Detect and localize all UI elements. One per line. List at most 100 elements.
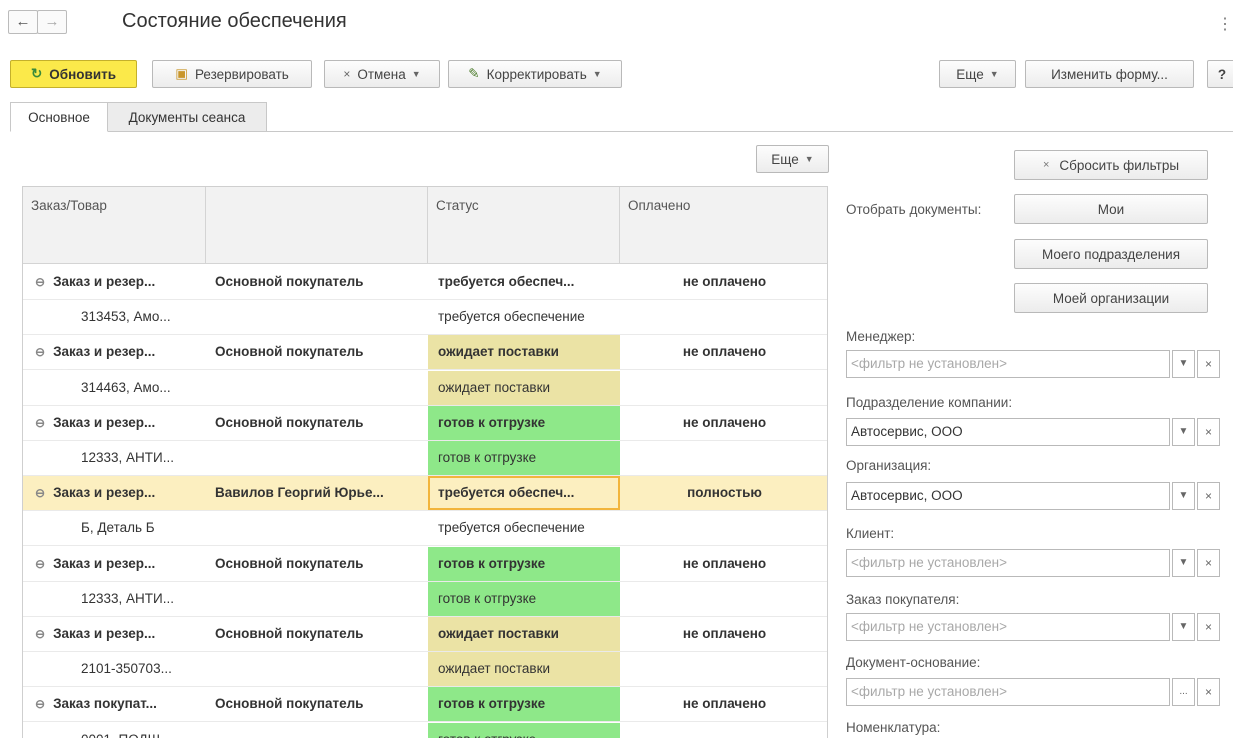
cell-order-text: Заказ и резер... — [53, 485, 156, 501]
page-title: Состояние обеспечения — [122, 10, 347, 32]
reset-filters-button[interactable]: × Сбросить фильтры — [1014, 150, 1208, 180]
tab-session-documents[interactable]: Документы сеанса — [107, 102, 267, 132]
basis-document-clear-button[interactable]: × — [1197, 678, 1220, 706]
forward-button[interactable]: → — [37, 10, 67, 34]
cell-order-text: Заказ покупат... — [53, 696, 157, 712]
cell-status: требуется обеспеч... — [438, 274, 575, 289]
collapse-icon[interactable]: ⊖ — [35, 697, 45, 711]
tab-divider — [10, 131, 1233, 132]
cell-order-text: 12333, АНТИ... — [81, 590, 174, 606]
cell-client: Основной покупатель — [215, 626, 364, 641]
column-header-order[interactable]: Заказ/Товар — [23, 187, 206, 264]
table-row-group[interactable]: ⊖ Заказ и резер... Основной покупатель треб… — [23, 265, 827, 300]
collapse-icon[interactable]: ⊖ — [35, 486, 45, 500]
client-dropdown-button[interactable]: ▼ — [1172, 549, 1195, 577]
cell-client — [215, 441, 425, 475]
reserve-label: Резервировать — [194, 66, 289, 82]
table-row-group[interactable]: ⊖ Заказ и резер... Основной покупатель гото… — [23, 405, 827, 441]
table-row-item[interactable]: 12333, АНТИ... готов к отгрузке — [23, 581, 827, 617]
table-row-group[interactable]: ⊖ Заказ и резер... Основной покупатель гото… — [23, 546, 827, 582]
basis-document-field[interactable]: <фильтр не установлен> — [846, 678, 1170, 706]
close-icon: × — [1204, 620, 1212, 634]
reserve-button[interactable]: ▣ Резервировать — [152, 60, 312, 88]
cell-order: 313453, Амо... — [81, 300, 205, 334]
back-button[interactable]: ← — [8, 10, 38, 34]
cell-order-text: Заказ и резер... — [53, 274, 156, 289]
collapse-icon[interactable]: ⊖ — [35, 627, 45, 641]
cell-order: 12333, АНТИ... — [81, 582, 205, 616]
department-clear-button[interactable]: × — [1197, 418, 1220, 446]
tab-main-label: Основное — [28, 109, 90, 125]
table-row-group[interactable]: ⊖ Заказ и резер... Основной покупатель ожид… — [23, 617, 827, 652]
organization-field[interactable]: Автосервис, ООО — [846, 482, 1170, 510]
organization-dropdown-button[interactable]: ▼ — [1172, 482, 1195, 510]
close-icon: × — [1204, 685, 1212, 699]
cell-client — [215, 723, 425, 738]
cell-client: Основной покупатель — [215, 274, 364, 289]
tab-session-documents-label: Документы сеанса — [128, 109, 246, 125]
table-row-item[interactable]: Б, Деталь Б требуется обеспечение — [23, 511, 827, 547]
filter-my-department-button[interactable]: Моего подразделения — [1014, 239, 1208, 269]
client-field[interactable]: <фильтр не установлен> — [846, 549, 1170, 577]
filter-my-organization-button[interactable]: Моей организации — [1014, 283, 1208, 313]
client-clear-button[interactable]: × — [1197, 549, 1220, 577]
cell-paid — [620, 300, 827, 334]
cell-order-text: Б, Деталь Б — [81, 520, 155, 536]
chevron-down-icon: ▼ — [1178, 358, 1189, 369]
cell-paid: не оплачено — [682, 555, 767, 571]
column-header-paid[interactable]: Оплачено — [620, 187, 827, 264]
cell-status: ожидает поставки — [428, 370, 620, 405]
cell-paid — [620, 371, 827, 405]
filter-mine-button[interactable]: Мои — [1014, 194, 1208, 224]
customer-order-field[interactable]: <фильтр не установлен> — [846, 613, 1170, 641]
refresh-button[interactable]: ↻ Обновить — [10, 60, 137, 88]
organization-clear-button[interactable]: × — [1197, 482, 1220, 510]
manager-label: Менеджер: — [846, 329, 916, 344]
filter-my-organization-label: Моей организации — [1052, 290, 1170, 306]
cell-order: ⊖ Заказ и резер... — [35, 617, 205, 651]
collapse-icon[interactable]: ⊖ — [35, 345, 45, 359]
grid-more-button[interactable]: Еще ▼ — [756, 145, 829, 173]
change-form-button[interactable]: Изменить форму... — [1025, 60, 1194, 88]
close-icon: × — [1204, 489, 1212, 503]
cell-client — [215, 652, 425, 686]
cell-order: 0001, ПОДШ... — [81, 723, 205, 738]
cell-status: требуется обеспечение — [438, 309, 585, 325]
department-field[interactable]: Автосервис, ООО — [846, 418, 1170, 446]
cell-status: готов к отгрузке — [428, 722, 620, 738]
toolbar-more-button[interactable]: Еще ▼ — [939, 60, 1016, 88]
cell-order-text: Заказ и резер... — [53, 626, 156, 641]
table-row-item[interactable]: 0001, ПОДШ... готов к отгрузке — [23, 722, 827, 738]
table-row-item[interactable]: 12333, АНТИ... готов к отгрузке — [23, 441, 827, 476]
more-menu-icon[interactable]: ⋮ — [1217, 14, 1233, 34]
table-row-group[interactable]: ⊖ Заказ покупат... Основной покупатель гото… — [23, 687, 827, 723]
cancel-button[interactable]: × Отмена ▼ — [324, 60, 440, 88]
manager-dropdown-button[interactable]: ▼ — [1172, 350, 1195, 378]
table-row-item[interactable]: 314463, Амо... ожидает поставки — [23, 370, 827, 406]
customer-order-clear-button[interactable]: × — [1197, 613, 1220, 641]
column-header-status[interactable]: Статус — [428, 187, 620, 264]
collapse-icon[interactable]: ⊖ — [35, 557, 45, 571]
help-button[interactable]: ? — [1207, 60, 1233, 88]
table-row-item[interactable]: 313453, Амо... требуется обеспечение — [23, 300, 827, 336]
customer-order-dropdown-button[interactable]: ▼ — [1172, 613, 1195, 641]
collapse-icon[interactable]: ⊖ — [35, 416, 45, 430]
cell-status: готов к отгрузке — [428, 687, 620, 722]
department-dropdown-button[interactable]: ▼ — [1172, 418, 1195, 446]
collapse-icon[interactable]: ⊖ — [35, 275, 45, 289]
orders-table[interactable]: Заказ/Товар Статус Оплачено ⊖ Заказ и рез… — [22, 186, 828, 738]
basis-document-select-button[interactable]: ... — [1172, 678, 1195, 706]
cell-order: ⊖ Заказ и резер... — [35, 335, 205, 369]
cell-status: требуется обеспеч... — [428, 476, 620, 511]
manager-clear-button[interactable]: × — [1197, 350, 1220, 378]
tab-main[interactable]: Основное — [10, 102, 108, 132]
manager-field[interactable]: <фильтр не установлен> — [846, 350, 1170, 378]
reset-filters-label: Сбросить фильтры — [1059, 157, 1180, 173]
table-row-group[interactable]: ⊖ Заказ и резер... Вавилов Георгий Юрье...… — [23, 476, 827, 512]
column-header-client[interactable] — [206, 187, 428, 264]
table-row-item[interactable]: 2101-350703... ожидает поставки — [23, 652, 827, 688]
correct-button[interactable]: ✎ Корректировать ▼ — [448, 60, 622, 88]
cell-order: 2101-350703... — [81, 652, 205, 686]
table-row-group[interactable]: ⊖ Заказ и резер... Основной покупатель ожид… — [23, 335, 827, 371]
cell-status: ожидает поставки — [428, 617, 620, 651]
